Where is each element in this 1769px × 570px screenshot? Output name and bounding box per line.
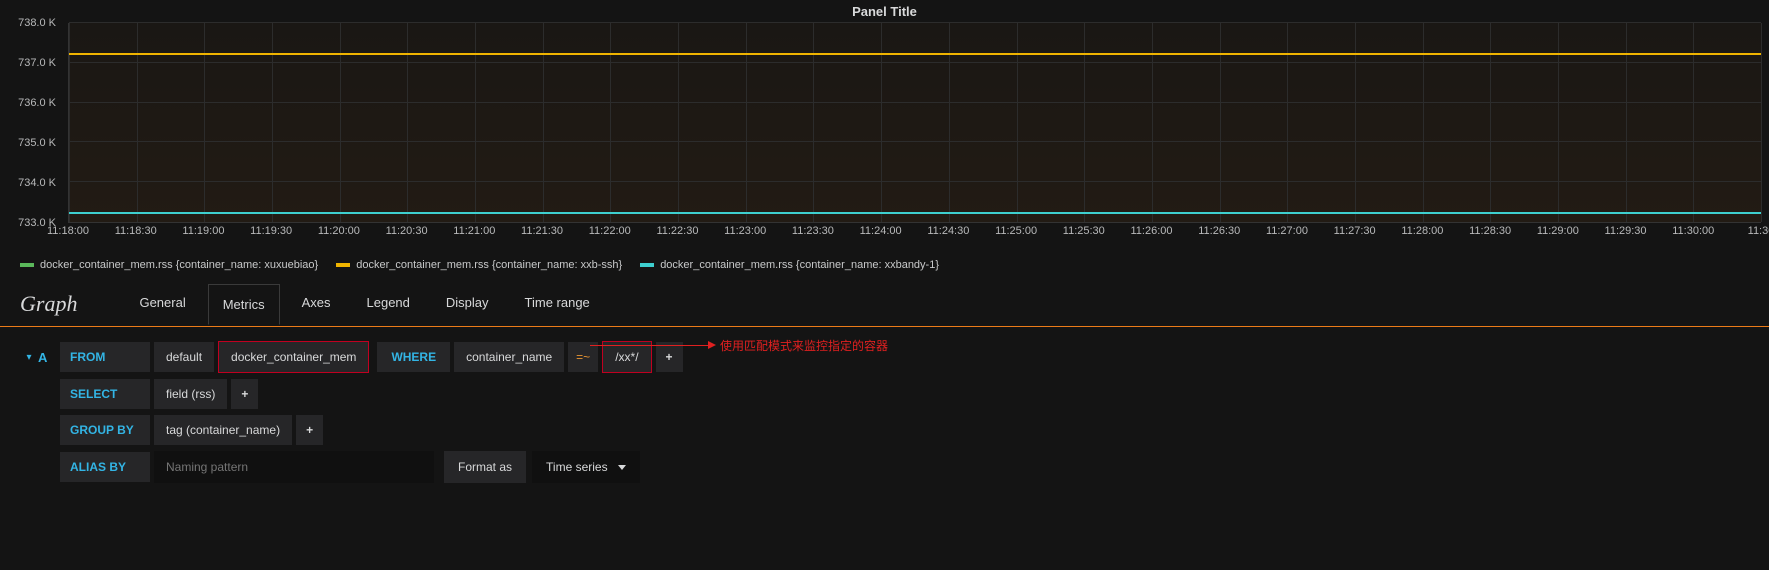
y-tick: 738.0 K <box>18 17 56 29</box>
legend-label: docker_container_mem.rss {container_name… <box>40 259 318 271</box>
legend-label: docker_container_mem.rss {container_name… <box>356 259 622 271</box>
from-policy[interactable]: default <box>154 342 214 372</box>
where-operator[interactable]: =~ <box>568 342 598 372</box>
where-tag[interactable]: container_name <box>454 342 564 372</box>
legend-item[interactable]: docker_container_mem.rss {container_name… <box>20 259 318 271</box>
series-line <box>69 212 1761 214</box>
x-tick: 11:22:00 <box>589 225 631 237</box>
from-keyword[interactable]: FROM <box>60 342 150 372</box>
x-tick: 11:18:00 <box>47 225 89 237</box>
plot-canvas[interactable] <box>68 23 1761 223</box>
alias-row: ALIAS BY Format as Time series <box>20 451 1749 483</box>
from-measurement[interactable]: docker_container_mem <box>218 341 369 373</box>
legend-swatch <box>20 263 34 267</box>
x-tick: 11:29:00 <box>1537 225 1579 237</box>
series-line <box>69 53 1761 55</box>
query-letter[interactable]: A <box>38 350 60 365</box>
x-tick: 11:21:30 <box>521 225 563 237</box>
x-tick: 11:20:30 <box>386 225 428 237</box>
x-tick: 11:27:30 <box>1334 225 1376 237</box>
x-tick: 11:26:30 <box>1198 225 1240 237</box>
x-tick: 11:19:30 <box>250 225 292 237</box>
format-as-label: Format as <box>444 451 526 483</box>
x-tick: 11:24:30 <box>927 225 969 237</box>
select-keyword[interactable]: SELECT <box>60 379 150 409</box>
select-field[interactable]: field (rss) <box>154 379 227 409</box>
legend-label: docker_container_mem.rss {container_name… <box>660 259 939 271</box>
x-tick: 11:30 <box>1748 225 1769 237</box>
x-axis: 11:18:0011:18:3011:19:0011:19:3011:20:00… <box>68 225 1761 245</box>
y-tick: 736.0 K <box>18 97 56 109</box>
tab-display[interactable]: Display <box>432 283 503 324</box>
groupby-row: GROUP BY tag (container_name) + <box>20 415 1749 445</box>
legend-swatch <box>640 263 654 267</box>
x-tick: 11:23:00 <box>724 225 766 237</box>
groupby-tag[interactable]: tag (container_name) <box>154 415 292 445</box>
x-tick: 11:25:30 <box>1063 225 1105 237</box>
x-tick: 11:29:30 <box>1605 225 1647 237</box>
x-tick: 11:25:00 <box>995 225 1037 237</box>
x-tick: 11:28:30 <box>1469 225 1511 237</box>
tab-general[interactable]: General <box>125 283 199 324</box>
chart-area: 733.0 K734.0 K735.0 K736.0 K737.0 K738.0… <box>8 23 1761 253</box>
x-tick: 11:20:00 <box>318 225 360 237</box>
add-select[interactable]: + <box>231 379 258 409</box>
legend-item[interactable]: docker_container_mem.rss {container_name… <box>640 259 939 271</box>
x-tick: 11:26:00 <box>1131 225 1173 237</box>
select-row: SELECT field (rss) + <box>20 379 1749 409</box>
chart-legend: docker_container_mem.rss {container_name… <box>20 259 1749 271</box>
editor-tabs-row: Graph GeneralMetricsAxesLegendDisplayTim… <box>0 281 1769 327</box>
x-tick: 11:30:00 <box>1672 225 1714 237</box>
alias-input[interactable] <box>154 451 434 483</box>
x-tick: 11:21:00 <box>453 225 495 237</box>
collapse-toggle[interactable]: ▾ <box>20 352 38 363</box>
x-tick: 11:23:30 <box>792 225 834 237</box>
query-editor: ▾ A FROM default docker_container_mem WH… <box>0 327 1769 503</box>
y-axis: 733.0 K734.0 K735.0 K736.0 K737.0 K738.0… <box>8 23 62 223</box>
y-tick: 734.0 K <box>18 177 56 189</box>
x-tick: 11:24:00 <box>860 225 902 237</box>
x-tick: 11:28:00 <box>1401 225 1443 237</box>
legend-swatch <box>336 263 350 267</box>
panel-title: Panel Title <box>0 0 1769 23</box>
format-as-value: Time series <box>546 460 608 474</box>
tab-time-range[interactable]: Time range <box>511 283 604 324</box>
editor-type-label: Graph <box>20 291 77 317</box>
tab-axes[interactable]: Axes <box>288 283 345 324</box>
add-where-clause[interactable]: + <box>656 342 683 372</box>
groupby-keyword[interactable]: GROUP BY <box>60 415 150 445</box>
chevron-down-icon <box>618 465 626 470</box>
add-groupby[interactable]: + <box>296 415 323 445</box>
y-tick: 735.0 K <box>18 137 56 149</box>
x-tick: 11:27:00 <box>1266 225 1308 237</box>
alias-keyword[interactable]: ALIAS BY <box>60 452 150 482</box>
x-tick: 11:19:00 <box>182 225 224 237</box>
y-tick: 737.0 K <box>18 57 56 69</box>
where-keyword[interactable]: WHERE <box>377 342 450 372</box>
legend-item[interactable]: docker_container_mem.rss {container_name… <box>336 259 622 271</box>
x-tick: 11:22:30 <box>656 225 698 237</box>
format-as-select[interactable]: Time series <box>532 451 640 483</box>
from-row: ▾ A FROM default docker_container_mem WH… <box>20 341 1749 373</box>
tab-metrics[interactable]: Metrics <box>208 284 280 325</box>
tab-legend[interactable]: Legend <box>353 283 424 324</box>
where-value[interactable]: /xx*/ <box>602 341 651 373</box>
x-tick: 11:18:30 <box>115 225 157 237</box>
